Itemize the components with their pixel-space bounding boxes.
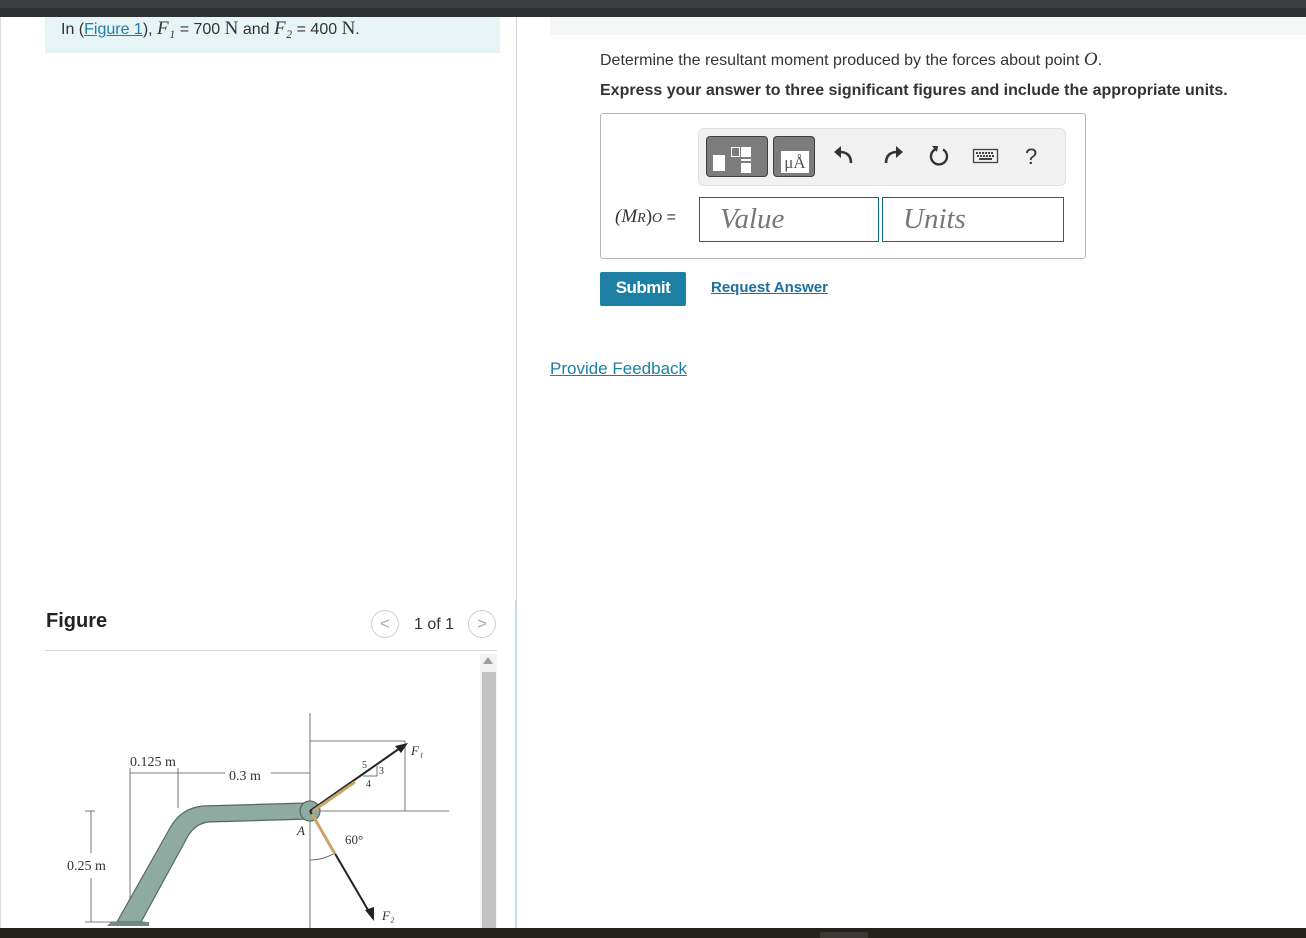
request-answer-link[interactable]: Request Answer bbox=[711, 279, 828, 296]
previous-figure-button[interactable]: < bbox=[371, 610, 399, 638]
intro-text: and bbox=[238, 21, 274, 38]
left-panel-border bbox=[0, 17, 1, 928]
figure-divider bbox=[45, 650, 497, 651]
figure-scrollbar-thumb[interactable] bbox=[482, 672, 496, 928]
figure-title: Figure bbox=[46, 610, 108, 632]
unit-newton: N bbox=[224, 18, 239, 39]
browser-top-bar bbox=[0, 0, 1306, 17]
answer-label: (MR)O = bbox=[615, 206, 676, 228]
label-sub-r: R bbox=[637, 211, 646, 226]
question-text: Determine the resultant moment produced … bbox=[600, 49, 1102, 71]
taskbar bbox=[0, 928, 1306, 938]
f2-label: F₂ bbox=[381, 908, 395, 923]
label-equals: = bbox=[662, 209, 676, 226]
intro-text: . bbox=[355, 21, 360, 38]
value-input[interactable]: Value bbox=[699, 197, 879, 242]
slope-label-3: 3 bbox=[379, 766, 384, 777]
undo-icon[interactable] bbox=[831, 143, 857, 169]
help-icon[interactable]: ? bbox=[1025, 144, 1037, 170]
units-icon-label: μÅ bbox=[781, 151, 809, 173]
label-symbol: (M bbox=[615, 206, 638, 227]
intro-text: In ( bbox=[61, 21, 85, 38]
redo-icon[interactable] bbox=[880, 143, 906, 169]
panel-divider-accent bbox=[515, 600, 517, 928]
provide-feedback-link[interactable]: Provide Feedback bbox=[550, 359, 687, 379]
question-end: . bbox=[1097, 52, 1103, 69]
f1-symbol: F₁ bbox=[157, 18, 176, 39]
submit-button[interactable]: Submit bbox=[600, 272, 686, 306]
figure-link[interactable]: Figure 1 bbox=[84, 21, 143, 38]
dim-label-03: 0.3 m bbox=[229, 769, 261, 784]
question-body: Determine the resultant moment produced … bbox=[600, 52, 1084, 69]
f2-symbol: F₂ bbox=[273, 18, 293, 39]
slope-label-4: 4 bbox=[366, 779, 371, 790]
unit-newton: N bbox=[341, 18, 356, 39]
math-toolbar: μÅ ? bbox=[698, 128, 1066, 186]
answer-instruction: Express your answer to three significant… bbox=[600, 82, 1228, 99]
part-header-band bbox=[550, 17, 1306, 35]
f2-value: = 400 bbox=[292, 21, 342, 38]
scroll-up-icon[interactable] bbox=[483, 657, 493, 664]
answer-box: μÅ ? (MR)O = Value Units bbox=[600, 113, 1086, 259]
intro-text: ), bbox=[142, 21, 158, 38]
units-icon[interactable]: μÅ bbox=[773, 136, 815, 177]
dim-label-0125: 0.125 m bbox=[130, 755, 176, 770]
units-input[interactable]: Units bbox=[882, 197, 1064, 242]
dim-label-025: 0.25 m bbox=[67, 859, 106, 874]
f1-label: F₁ bbox=[410, 743, 423, 758]
point-a-label: A bbox=[296, 823, 305, 838]
label-sub-o: O bbox=[652, 211, 663, 226]
angle-label: 60° bbox=[345, 832, 363, 847]
next-figure-button[interactable]: > bbox=[468, 610, 496, 638]
figure-pager: 1 of 1 bbox=[414, 616, 455, 633]
keyboard-icon[interactable] bbox=[972, 146, 1000, 166]
point-o: O bbox=[1083, 49, 1098, 70]
figure-diagram: 0.125 m 0.3 m 0.25 m 60° A F₁ F₂ 5 4 3 bbox=[67, 713, 449, 928]
templates-icon[interactable] bbox=[706, 136, 768, 177]
slope-label-5: 5 bbox=[362, 760, 367, 771]
reset-icon[interactable] bbox=[926, 143, 952, 169]
f1-value: = 700 bbox=[175, 21, 225, 38]
problem-intro: In (Figure 1), F₁ = 700 N and F₂ = 400 N… bbox=[45, 17, 500, 53]
